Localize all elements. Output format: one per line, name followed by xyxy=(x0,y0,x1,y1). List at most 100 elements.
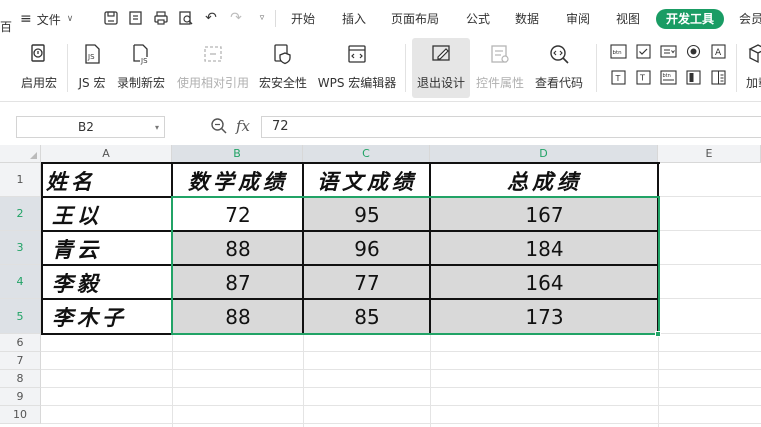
menu-divider xyxy=(275,10,276,27)
gridline xyxy=(430,334,431,427)
js-macro-button[interactable]: JS JS 宏 xyxy=(74,38,110,98)
zoom-search-icon[interactable] xyxy=(210,117,228,139)
new-template-icon[interactable] xyxy=(126,8,146,28)
row-header-8[interactable]: 8 xyxy=(0,370,41,388)
cell-a5[interactable]: 李木子 xyxy=(42,300,172,334)
addins-label: 加载 xyxy=(745,76,761,90)
control-properties-button[interactable]: 控件属性 xyxy=(473,38,527,98)
print-icon[interactable] xyxy=(151,8,171,28)
enable-macro-icon xyxy=(26,41,52,67)
fx-icon[interactable]: fx xyxy=(236,117,250,135)
undo-icon[interactable]: ↶ xyxy=(201,8,221,28)
name-box-value: B2 xyxy=(78,120,94,134)
js-macro-label: JS 宏 xyxy=(78,76,106,90)
redo-icon[interactable]: ↷ xyxy=(226,8,246,28)
fill-handle[interactable] xyxy=(655,331,661,337)
menu-bar: 百 钅 ≡ 文件 ∨ ↶ ↷ ▿ 开始 插入 页面布局 公式 数据 审阅 视图 … xyxy=(0,0,761,68)
macro-security-button[interactable]: 宏安全性 xyxy=(256,38,310,98)
row-header-10[interactable]: 10 xyxy=(0,406,41,424)
svg-text:JS: JS xyxy=(87,53,95,61)
row-header-5[interactable]: 5 xyxy=(0,299,41,334)
gridline xyxy=(41,387,761,388)
tab-insert[interactable]: 插入 xyxy=(342,9,366,29)
name-box[interactable]: B2 ▾ xyxy=(16,116,165,138)
textbox-control-text: T xyxy=(614,74,620,83)
column-header-a[interactable]: A xyxy=(41,145,172,163)
macro-security-label: 宏安全性 xyxy=(258,76,307,90)
enable-macro-button[interactable]: 启用宏 xyxy=(18,38,60,98)
label-control-text: A xyxy=(715,48,722,58)
chevron-down-icon[interactable]: ▾ xyxy=(155,123,159,132)
row-header-6[interactable]: 6 xyxy=(0,334,41,352)
view-code-button[interactable]: 查看代码 xyxy=(531,38,587,98)
row-header-4[interactable]: 4 xyxy=(0,265,41,299)
record-macro-icon: JS xyxy=(128,41,154,67)
tab-view[interactable]: 视图 xyxy=(616,9,640,29)
tab-data[interactable]: 数据 xyxy=(515,9,539,29)
ribbon-divider xyxy=(67,44,68,92)
tab-page-layout[interactable]: 页面布局 xyxy=(391,9,439,29)
row-header-9[interactable]: 9 xyxy=(0,388,41,406)
checkbox-control-icon[interactable] xyxy=(634,43,652,60)
record-macro-button[interactable]: JS 录制新宏 xyxy=(115,38,167,98)
svg-text:JS: JS xyxy=(140,57,148,65)
cell-a4[interactable]: 李毅 xyxy=(42,266,172,299)
ribbon-divider xyxy=(596,44,597,92)
toggle-control-icon[interactable]: btn xyxy=(659,69,677,86)
combobox-control-icon[interactable] xyxy=(659,43,677,60)
spin-control-icon[interactable] xyxy=(709,69,727,86)
tab-member[interactable]: 会员 xyxy=(739,9,761,29)
row-header-1[interactable]: 1 xyxy=(0,163,41,197)
image-control-icon[interactable]: T xyxy=(634,69,652,86)
scrollbar-control-icon[interactable] xyxy=(684,69,702,86)
gridline xyxy=(41,423,761,424)
gridline xyxy=(659,298,761,299)
print-preview-icon[interactable] xyxy=(176,8,196,28)
gridline xyxy=(659,264,761,265)
macro-editor-button[interactable]: WPS 宏编辑器 xyxy=(316,38,398,98)
column-header-d[interactable]: D xyxy=(430,145,658,163)
save-icon[interactable] xyxy=(101,8,121,28)
selection-range xyxy=(171,196,660,335)
column-header-b[interactable]: B xyxy=(172,145,303,163)
cell-a2[interactable]: 王以 xyxy=(42,198,172,231)
textbox-control-icon[interactable]: T xyxy=(609,69,627,86)
select-all-corner[interactable] xyxy=(0,145,41,163)
tab-formulas[interactable]: 公式 xyxy=(466,9,490,29)
label-control-icon[interactable]: A xyxy=(709,43,727,60)
js-macro-icon: JS xyxy=(79,41,105,67)
addins-button[interactable]: 加载 xyxy=(743,38,761,98)
header-cell-total[interactable]: 总成绩 xyxy=(431,164,658,197)
cell-a3[interactable]: 青云 xyxy=(42,232,172,265)
gridline xyxy=(659,196,761,197)
gridline xyxy=(659,230,761,231)
tab-home[interactable]: 开始 xyxy=(291,9,315,29)
gridline xyxy=(172,334,173,427)
enable-macro-label: 启用宏 xyxy=(20,76,57,90)
relative-reference-button[interactable]: 使用相对引用 xyxy=(174,38,252,98)
design-mode-button[interactable]: 退出设计 xyxy=(412,38,470,98)
gridline xyxy=(41,405,761,406)
design-mode-icon xyxy=(428,41,454,67)
tab-review[interactable]: 审阅 xyxy=(566,9,590,29)
formula-input[interactable]: 72 xyxy=(261,116,761,138)
chevron-down-icon: ∨ xyxy=(66,14,74,24)
gridline xyxy=(659,333,761,334)
header-cell-chinese[interactable]: 语文成绩 xyxy=(304,164,430,197)
column-header-c[interactable]: C xyxy=(303,145,430,163)
header-cell-name[interactable]: 姓名 xyxy=(42,164,172,197)
radio-control-icon[interactable] xyxy=(684,43,702,60)
button-control-icon[interactable]: btn xyxy=(609,43,627,60)
customize-dropdown-icon[interactable]: ▿ xyxy=(256,8,268,28)
formula-bar: B2 ▾ fx 72 xyxy=(0,103,761,145)
spreadsheet-grid[interactable]: A B C D E 1 2 3 4 5 6 7 8 9 10 姓名 数学成绩 语… xyxy=(0,145,761,427)
row-header-2[interactable]: 2 xyxy=(0,197,41,231)
file-menu[interactable]: ≡ 文件 ∨ xyxy=(20,9,73,29)
row-header-3[interactable]: 3 xyxy=(0,231,41,265)
column-header-e[interactable]: E xyxy=(658,145,761,163)
ribbon-divider xyxy=(405,44,406,92)
design-mode-label: 退出设计 xyxy=(416,76,465,90)
tab-developer[interactable]: 开发工具 xyxy=(656,9,725,29)
row-header-7[interactable]: 7 xyxy=(0,352,41,370)
header-cell-math[interactable]: 数学成绩 xyxy=(173,164,303,197)
